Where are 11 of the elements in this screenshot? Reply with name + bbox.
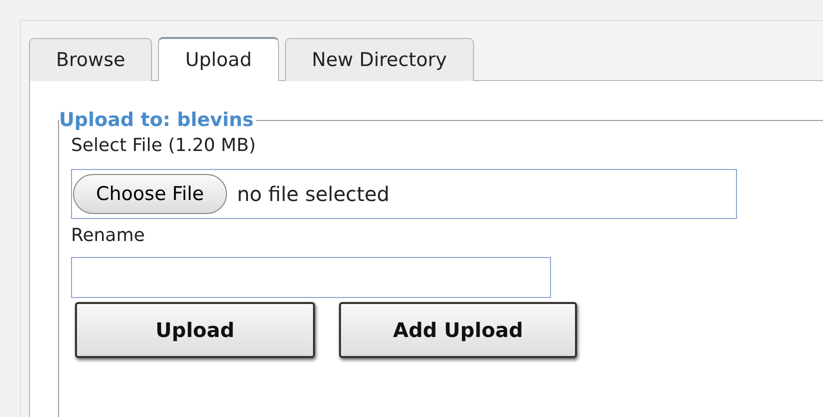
- file-input[interactable]: Choose File no file selected: [71, 169, 737, 219]
- field-label: Rename: [71, 224, 146, 248]
- tab[interactable]: Browse: [29, 38, 152, 81]
- rename-field[interactable]: [71, 257, 551, 298]
- add-upload-button[interactable]: Add Upload: [339, 302, 577, 358]
- tab[interactable]: New Directory: [284, 38, 474, 81]
- tab[interactable]: Upload: [158, 37, 279, 81]
- field-label: Select File (1.20 MB): [71, 134, 257, 158]
- file-status: no file selected: [236, 181, 390, 208]
- upload-button[interactable]: Upload: [75, 302, 315, 358]
- choose-file-button[interactable]: Choose File: [73, 174, 227, 214]
